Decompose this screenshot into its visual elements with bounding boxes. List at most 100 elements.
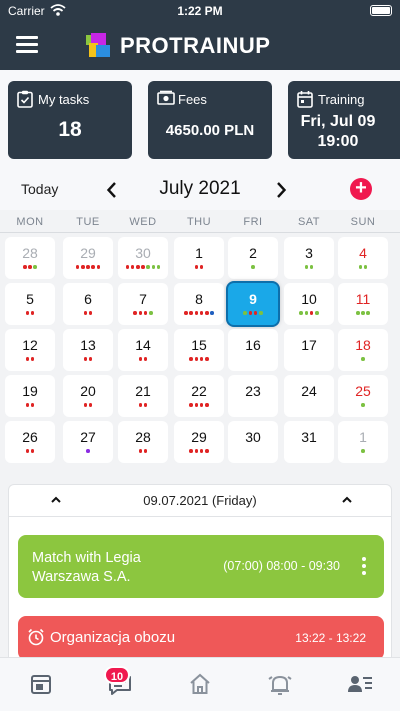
day-cell[interactable]: 1 <box>338 421 388 463</box>
event-dot <box>156 265 161 269</box>
day-cell[interactable]: 5 <box>5 283 55 325</box>
event-dot <box>143 403 148 407</box>
event-dot <box>75 265 80 269</box>
event-dot <box>125 265 130 269</box>
status-bar: Carrier 1:22 PM <box>0 0 400 22</box>
event-dots <box>63 357 113 363</box>
month-label: July 2021 <box>159 178 241 199</box>
event-dot <box>184 311 188 315</box>
event-dots <box>338 403 388 409</box>
event-dot <box>148 311 153 315</box>
day-cell[interactable]: 21 <box>118 375 168 417</box>
day-cell[interactable]: 11 <box>338 283 388 325</box>
selected-date-title: 09.07.2021 (Friday) <box>143 493 257 508</box>
hamburger-menu-icon[interactable] <box>16 36 38 54</box>
day-number: 1 <box>195 245 203 261</box>
event-dot <box>28 265 32 269</box>
event-dots <box>63 403 113 409</box>
day-cell[interactable]: 8 <box>174 283 224 325</box>
day-number: 27 <box>80 429 96 445</box>
event-dot <box>204 403 209 407</box>
calendar-tab-icon[interactable] <box>27 670 55 698</box>
event-dot <box>194 311 199 315</box>
event-dot <box>88 311 93 315</box>
day-cell[interactable]: 30 <box>118 237 168 279</box>
day-number: 10 <box>301 291 317 307</box>
day-number: 16 <box>245 337 261 353</box>
day-cell[interactable]: 30 <box>228 421 278 463</box>
day-cell[interactable]: 1 <box>174 237 224 279</box>
day-cell[interactable]: 10 <box>284 283 334 325</box>
day-number: 19 <box>22 383 38 399</box>
day-cell[interactable]: 29 <box>63 237 113 279</box>
previous-month-icon[interactable] <box>105 180 119 200</box>
event-dots <box>5 265 55 271</box>
day-cell[interactable]: 20 <box>63 375 113 417</box>
fees-label: Fees <box>178 92 207 107</box>
chevron-up-icon[interactable] <box>341 495 353 505</box>
day-cell[interactable]: 4 <box>338 237 388 279</box>
day-cell[interactable]: 9 <box>228 283 278 325</box>
day-cell[interactable]: 12 <box>5 329 55 371</box>
weekday-label: FRI <box>243 216 263 228</box>
next-month-icon[interactable] <box>274 180 288 200</box>
event-dots <box>5 357 55 363</box>
event-card[interactable]: Match with Legia Warszawa S.A. (07:00) 0… <box>18 535 384 598</box>
day-number: 28 <box>22 245 38 261</box>
add-event-button[interactable]: + <box>350 178 372 200</box>
day-cell[interactable]: 22 <box>174 375 224 417</box>
day-cell[interactable]: 19 <box>5 375 55 417</box>
fees-card[interactable]: Fees 4650.00 PLN <box>148 81 272 159</box>
more-options-icon[interactable] <box>362 557 366 575</box>
event-dot <box>204 449 209 453</box>
event-dot <box>151 265 156 269</box>
day-cell[interactable]: 23 <box>228 375 278 417</box>
alarm-clock-icon <box>28 628 44 646</box>
event-title: Match with Legia Warszawa S.A. <box>32 550 141 585</box>
event-dot <box>143 311 148 315</box>
day-cell[interactable]: 29 <box>174 421 224 463</box>
day-cell[interactable]: 24 <box>284 375 334 417</box>
day-number: 18 <box>355 337 371 353</box>
day-number: 25 <box>355 383 371 399</box>
day-cell[interactable]: 31 <box>284 421 334 463</box>
clipboard-icon <box>17 90 33 108</box>
weekday-label: TUE <box>76 216 100 228</box>
day-cell[interactable]: 18 <box>338 329 388 371</box>
day-cell[interactable]: 6 <box>63 283 113 325</box>
day-cell[interactable]: 2 <box>228 237 278 279</box>
day-cell[interactable]: 17 <box>284 329 334 371</box>
event-dot <box>361 403 365 407</box>
day-cell[interactable]: 27 <box>63 421 113 463</box>
training-card[interactable]: Training Fri, Jul 09 19:00 <box>288 81 400 159</box>
day-cell[interactable]: 3 <box>284 237 334 279</box>
day-number: 14 <box>135 337 151 353</box>
notifications-tab-icon[interactable] <box>266 670 294 698</box>
event-card[interactable]: Organizacja obozu 13:22 - 13:22 <box>18 616 384 660</box>
event-dot <box>248 311 253 315</box>
home-tab-icon[interactable] <box>186 670 214 698</box>
status-time: 1:22 PM <box>177 4 223 18</box>
day-cell[interactable]: 28 <box>118 421 168 463</box>
day-cell[interactable]: 28 <box>5 237 55 279</box>
event-dot <box>91 265 95 269</box>
day-cell[interactable]: 14 <box>118 329 168 371</box>
today-button[interactable]: Today <box>21 181 58 197</box>
day-cell[interactable]: 25 <box>338 375 388 417</box>
day-number: 1 <box>359 429 367 445</box>
day-cell[interactable]: 7 <box>118 283 168 325</box>
event-dot <box>194 403 199 407</box>
day-cell[interactable]: 26 <box>5 421 55 463</box>
profile-tab-icon[interactable] <box>346 670 374 698</box>
event-dot <box>366 311 370 315</box>
day-cell[interactable]: 15 <box>174 329 224 371</box>
day-number: 28 <box>135 429 151 445</box>
event-dots <box>338 311 388 317</box>
day-cell[interactable]: 13 <box>63 329 113 371</box>
day-cell[interactable]: 16 <box>228 329 278 371</box>
event-dot <box>356 311 360 315</box>
my-tasks-card[interactable]: My tasks 18 <box>8 81 132 159</box>
event-times: (07:00) 08:00 - 09:30 <box>223 559 340 573</box>
event-dots <box>63 265 113 271</box>
day-number: 31 <box>301 429 317 445</box>
